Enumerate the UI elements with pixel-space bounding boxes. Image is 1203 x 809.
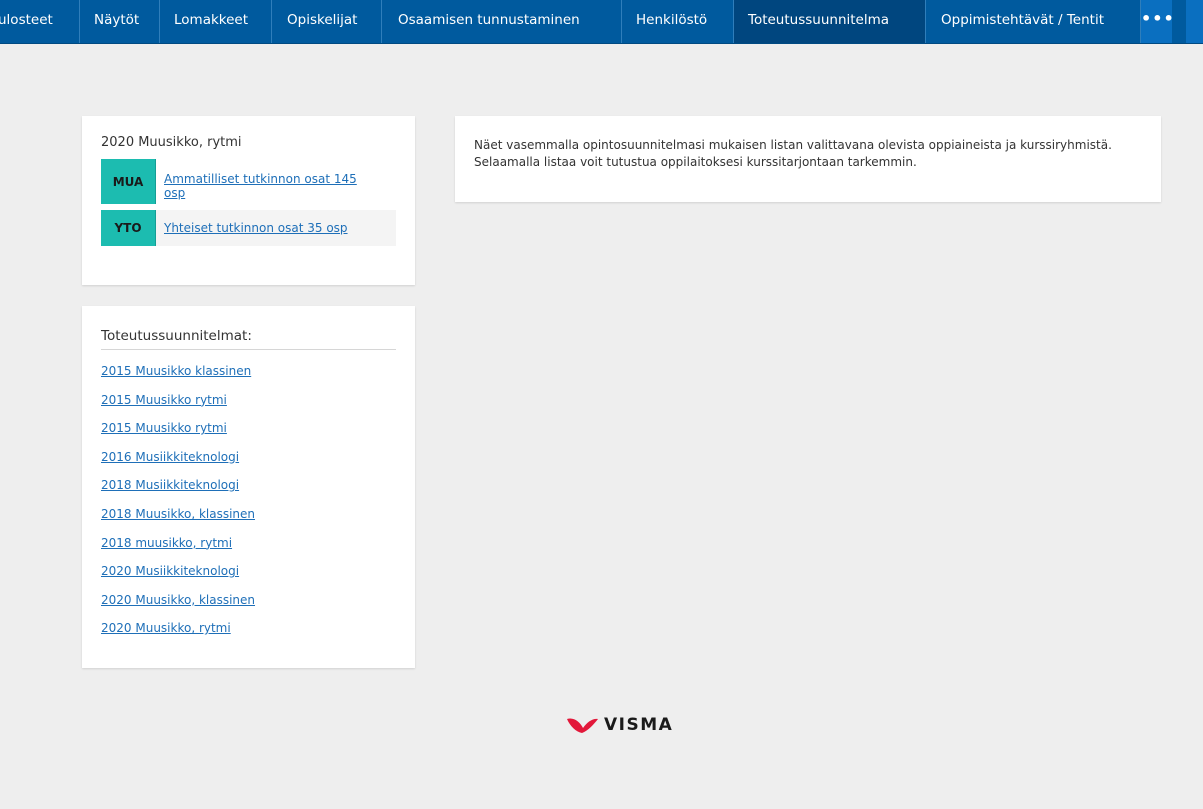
nav-item-toteutussuunnitelma[interactable]: Toteutussuunnitelma — [734, 0, 926, 43]
nav-item-label: Toteutussuunnitelma — [748, 12, 890, 28]
more-icon: ••• — [1141, 9, 1175, 28]
nav-item-label: Osaamisen tunnustaminen — [398, 12, 580, 28]
implementation-plan-link[interactable]: 2020 Muusikko, rytmi — [101, 621, 255, 650]
nav-item-tulosteet[interactable]: ulosteet — [0, 0, 80, 43]
top-navigation: ulosteet Näytöt Lomakkeet Opiskelijat Os… — [0, 0, 1203, 44]
nav-item-opiskelijat[interactable]: Opiskelijat — [272, 0, 382, 43]
implementation-plans-card: Toteutussuunnitelmat: 2015 Muusikko klas… — [82, 306, 415, 668]
course-group-row: MUA Ammatilliset tutkinnon osat 145 osp — [101, 159, 396, 204]
implementation-plans-list: 2015 Muusikko klassinen 2015 Muusikko ry… — [101, 364, 255, 650]
nav-item-osaamisen-tunnustaminen[interactable]: Osaamisen tunnustaminen — [382, 0, 622, 43]
implementation-plan-link[interactable]: 2016 Musiikkiteknologi — [101, 450, 255, 479]
nav-item-label: Opiskelijat — [287, 12, 358, 28]
implementation-plan-link[interactable]: 2018 muusikko, rytmi — [101, 536, 255, 565]
course-group-code: YTO — [101, 210, 156, 246]
course-group-link[interactable]: Ammatilliset tutkinnon osat 145 osp — [164, 172, 379, 200]
visma-logo: VISMA — [566, 713, 673, 737]
implementation-plan-link[interactable]: 2018 Musiikkiteknologi — [101, 478, 255, 507]
implementation-plans-header: Toteutussuunnitelmat: — [101, 328, 396, 350]
nav-item-label: ulosteet — [0, 12, 53, 28]
info-text: Näet vasemmalla opintosuunnitelmasi muka… — [474, 138, 1112, 169]
nav-item-label: Oppimistehtävät / Tentit — [941, 12, 1105, 28]
more-menu-button[interactable]: ••• — [1141, 0, 1175, 43]
course-group-code: MUA — [101, 159, 156, 204]
nav-item-label: Henkilöstö — [636, 12, 708, 28]
implementation-plan-link[interactable]: 2018 Muusikko, klassinen — [101, 507, 255, 536]
study-plan-title: 2020 Muusikko, rytmi — [101, 135, 242, 150]
nav-item-oppimistehtavat-tentit[interactable]: Oppimistehtävät / Tentit — [926, 0, 1141, 43]
implementation-plan-link[interactable]: 2020 Musiikkiteknologi — [101, 564, 255, 593]
nav-item-henkilosto[interactable]: Henkilöstö — [622, 0, 734, 43]
visma-logo-text: VISMA — [604, 715, 674, 735]
implementation-plan-link[interactable]: 2015 Muusikko rytmi — [101, 393, 255, 422]
implementation-plan-link[interactable]: 2020 Muusikko, klassinen — [101, 593, 255, 622]
nav-end-filler — [1186, 0, 1203, 43]
nav-item-lomakkeet[interactable]: Lomakkeet — [160, 0, 272, 43]
study-plan-card: 2020 Muusikko, rytmi MUA Ammatilliset tu… — [82, 116, 415, 285]
course-group-link[interactable]: Yhteiset tutkinnon osat 35 osp — [164, 221, 348, 235]
implementation-plan-link[interactable]: 2015 Muusikko rytmi — [101, 421, 255, 450]
nav-item-label: Näytöt — [94, 12, 140, 28]
nav-item-label: Lomakkeet — [174, 12, 249, 28]
visma-swoosh-icon — [567, 718, 598, 733]
course-group-row: YTO Yhteiset tutkinnon osat 35 osp — [101, 210, 396, 246]
nav-item-naytot[interactable]: Näytöt — [80, 0, 160, 43]
implementation-plan-link[interactable]: 2015 Muusikko klassinen — [101, 364, 255, 393]
info-card: Näet vasemmalla opintosuunnitelmasi muka… — [455, 116, 1161, 202]
